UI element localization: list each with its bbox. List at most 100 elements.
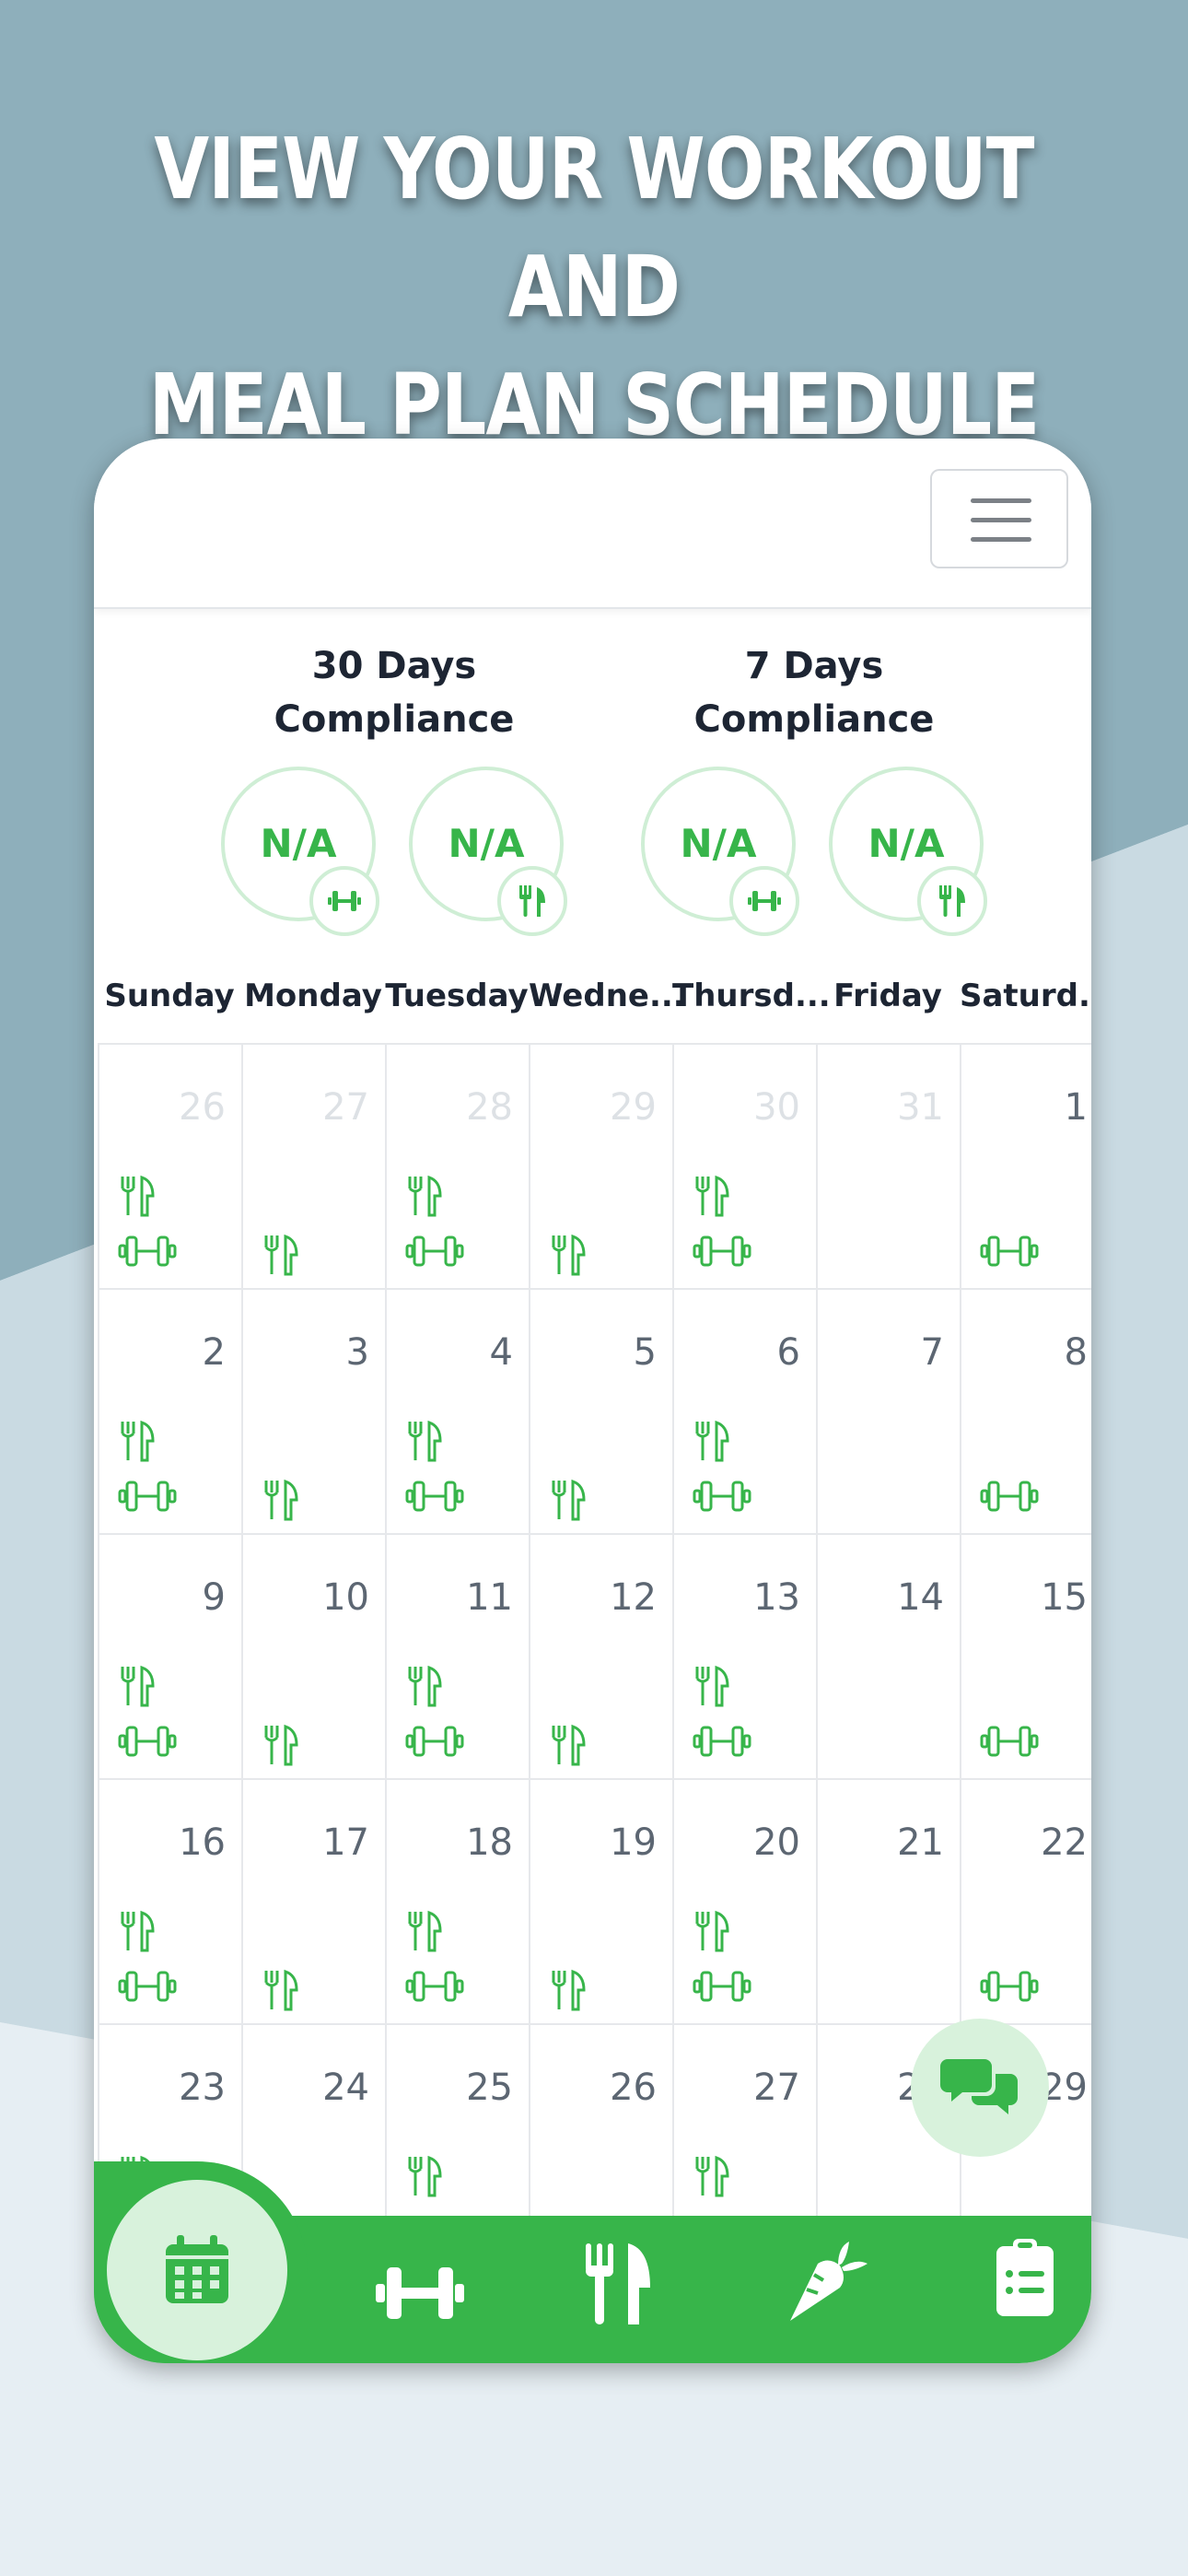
dumbbell-icon (980, 1971, 1039, 2002)
calendar-day-cell[interactable]: 13 (672, 1533, 817, 1778)
weekday-tuesday: Tuesday (385, 978, 529, 1014)
dumbbell-icon (376, 2267, 464, 2319)
compliance-30-title-line2: Compliance (274, 698, 515, 741)
fork-knife-icon (408, 2155, 442, 2197)
meal-plan-indicator (262, 1723, 302, 1771)
day-number: 31 (897, 1086, 944, 1129)
nav-reports[interactable] (995, 2237, 1055, 2322)
calendar-day-cell[interactable]: 9 (98, 1533, 242, 1778)
fork-knife-badge (917, 866, 987, 936)
workout-indicator (118, 1478, 177, 1518)
meal-plan-indicator (262, 1968, 302, 2016)
fork-knife-icon (408, 1910, 442, 1952)
meal-plan-indicator (693, 1419, 733, 1467)
compliance-30-meal-ring: N/A (409, 767, 567, 936)
calendar-day-cell[interactable]: 17 (241, 1778, 386, 2023)
workout-indicator (980, 1968, 1039, 2008)
calendar-day-cell[interactable]: 29 (529, 1043, 673, 1288)
calendar-day-cell[interactable]: 11 (385, 1533, 530, 1778)
meal-plan-indicator (118, 1174, 158, 1222)
day-number: 26 (179, 1086, 226, 1129)
carrot-icon (790, 2242, 868, 2321)
meal-plan-indicator (118, 1664, 158, 1712)
calendar-day-cell[interactable]: 26 (98, 1043, 242, 1288)
calendar-day-cell[interactable]: 12 (529, 1533, 673, 1778)
day-number: 15 (1041, 1576, 1088, 1619)
meal-plan-indicator (549, 1723, 589, 1771)
fork-knife-icon (121, 1175, 155, 1217)
headline-line1: VIEW YOUR WORKOUT AND (154, 120, 1034, 336)
calendar-day-cell[interactable]: 30 (672, 1043, 817, 1288)
meal-plan-indicator (693, 1174, 733, 1222)
calendar-day-cell[interactable]: 5 (529, 1288, 673, 1533)
compliance-30-workout-ring: N/A (221, 767, 379, 936)
fork-knife-icon (695, 1910, 729, 1952)
day-number: 25 (466, 2067, 513, 2109)
dumbbell-icon (405, 1971, 464, 2002)
calendar-day-cell[interactable]: 31 (816, 1043, 961, 1288)
headline: VIEW YOUR WORKOUT AND MEAL PLAN SCHEDULE (95, 111, 1093, 464)
dumbbell-icon (693, 1971, 751, 2002)
dumbbell-icon (118, 1726, 177, 1757)
calendar-day-cell[interactable]: 22 (960, 1778, 1091, 2023)
calendar-day-cell[interactable]: 21 (816, 1778, 961, 2023)
fork-knife-icon (408, 1420, 442, 1462)
calendar-day-cell[interactable]: 1 (960, 1043, 1091, 1288)
day-number: 16 (179, 1821, 226, 1864)
day-number: 21 (897, 1821, 944, 1864)
calendar-day-cell[interactable]: 27 (241, 1043, 386, 1288)
clipboard-list-icon (996, 2239, 1054, 2316)
calendar-day-cell[interactable]: 20 (672, 1778, 817, 2023)
fork-knife-icon (408, 1175, 442, 1217)
day-number: 17 (322, 1821, 369, 1864)
calendar-day-cell[interactable]: 28 (385, 1043, 530, 1288)
fork-knife-icon (586, 2243, 650, 2324)
day-number: 7 (920, 1331, 944, 1374)
calendar-day-cell[interactable]: 3 (241, 1288, 386, 1533)
calendar-day-cell[interactable]: 16 (98, 1778, 242, 2023)
meal-plan-indicator (549, 1233, 589, 1281)
hamburger-menu-button[interactable] (930, 469, 1068, 568)
dumbbell-icon (693, 1235, 751, 1267)
day-number: 4 (489, 1331, 513, 1374)
calendar-day-cell[interactable]: 8 (960, 1288, 1091, 1533)
compliance-7-title-line2: Compliance (693, 698, 935, 741)
dumbbell-icon (748, 891, 781, 911)
calendar-day-cell[interactable]: 18 (385, 1778, 530, 2023)
workout-indicator (405, 1478, 464, 1518)
workout-indicator (118, 1723, 177, 1763)
dumbbell-icon (405, 1726, 464, 1757)
chat-button[interactable] (911, 2019, 1049, 2157)
compliance-30-workout-value: N/A (260, 821, 337, 866)
fork-knife-icon (264, 1724, 298, 1766)
calendar-day-cell[interactable]: 10 (241, 1533, 386, 1778)
nav-meals[interactable] (580, 2240, 654, 2332)
day-number: 20 (753, 1821, 800, 1864)
nav-workout[interactable] (374, 2258, 466, 2332)
fork-knife-icon (264, 1969, 298, 2011)
meal-plan-indicator (262, 1233, 302, 1281)
dumbbell-icon (980, 1235, 1039, 1267)
nav-nutrition[interactable] (781, 2238, 869, 2330)
workout-indicator (980, 1723, 1039, 1763)
menu-line (971, 518, 1031, 522)
calendar-day-cell[interactable]: 15 (960, 1533, 1091, 1778)
calendar-day-cell[interactable]: 14 (816, 1533, 961, 1778)
day-number: 2 (202, 1331, 226, 1374)
calendar-day-cell[interactable]: 6 (672, 1288, 817, 1533)
dumbbell-icon (405, 1481, 464, 1512)
day-number: 23 (179, 2067, 226, 2109)
meal-plan-indicator (405, 2154, 446, 2202)
calendar-day-cell[interactable]: 7 (816, 1288, 961, 1533)
nav-calendar[interactable] (107, 2180, 287, 2360)
compliance-7-meal-value: N/A (868, 821, 945, 866)
meal-plan-indicator (693, 2154, 733, 2202)
calendar-day-cell[interactable]: 4 (385, 1288, 530, 1533)
fork-knife-badge (497, 866, 567, 936)
calendar-day-cell[interactable]: 2 (98, 1288, 242, 1533)
weekday-thursday: Thursd... (672, 978, 831, 1014)
dumbbell-icon (693, 1481, 751, 1512)
top-bar (94, 439, 1091, 609)
day-number: 14 (897, 1576, 944, 1619)
calendar-day-cell[interactable]: 19 (529, 1778, 673, 2023)
